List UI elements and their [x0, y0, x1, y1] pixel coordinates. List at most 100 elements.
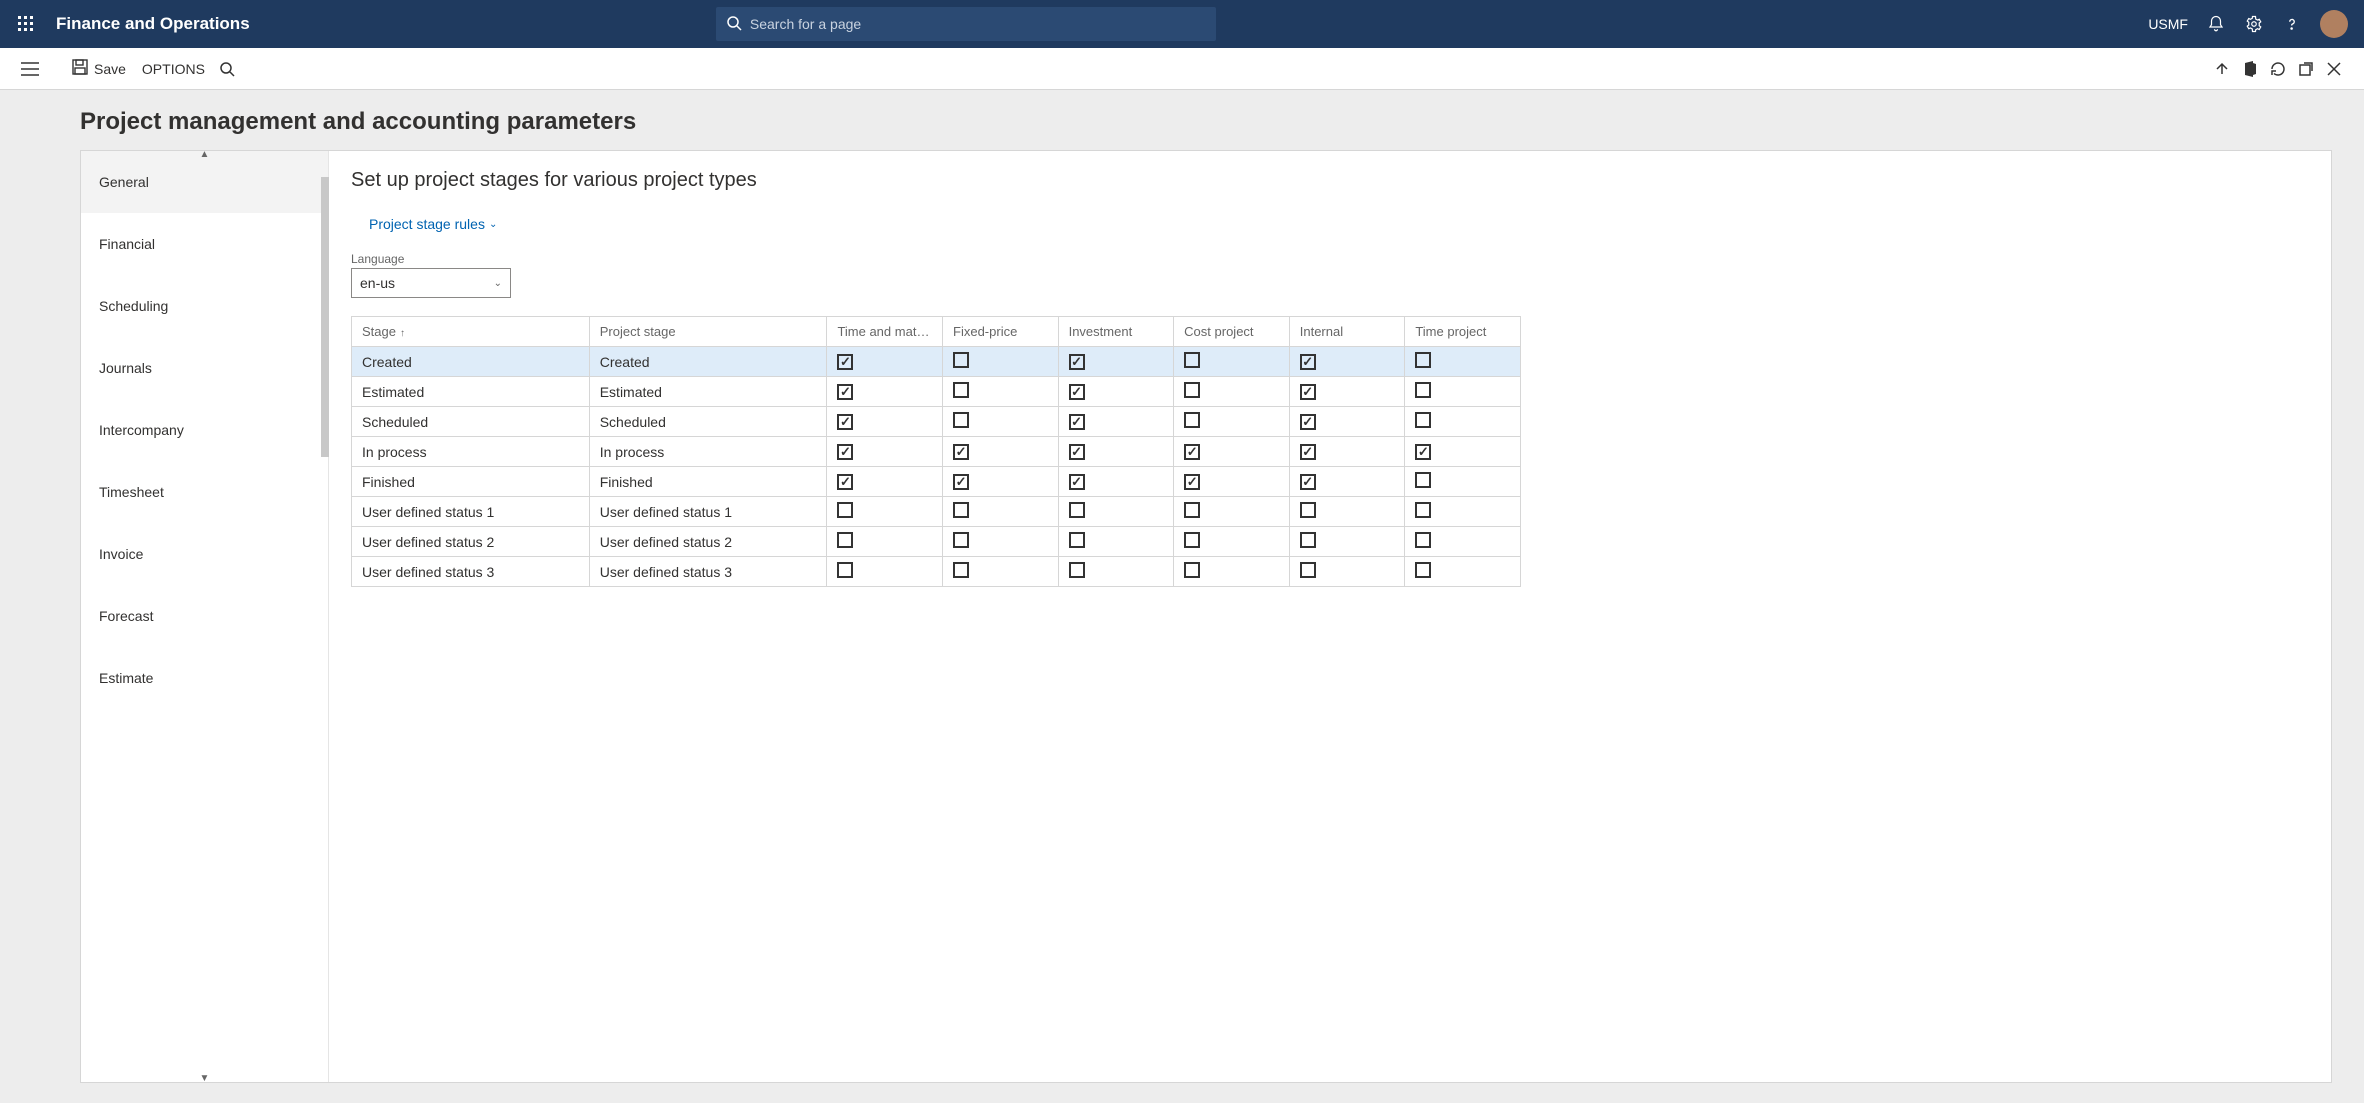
sidenav-item-journals[interactable]: Journals — [81, 337, 328, 399]
table-row[interactable]: User defined status 3User defined status… — [352, 557, 1521, 587]
table-row[interactable]: In processIn process — [352, 437, 1521, 467]
checkbox[interactable] — [1415, 502, 1431, 518]
col-time-and-material[interactable]: Time and materi... — [827, 317, 943, 347]
table-row[interactable]: User defined status 1User defined status… — [352, 497, 1521, 527]
refresh-icon[interactable] — [2264, 55, 2292, 83]
checkbox[interactable] — [1415, 532, 1431, 548]
cell-stage[interactable]: User defined status 2 — [352, 527, 590, 557]
checkbox[interactable] — [837, 354, 853, 370]
sidenav-item-estimate[interactable]: Estimate — [81, 647, 328, 709]
close-icon[interactable] — [2320, 55, 2348, 83]
checkbox[interactable] — [1069, 502, 1085, 518]
checkbox[interactable] — [837, 384, 853, 400]
checkbox[interactable] — [837, 444, 853, 460]
checkbox[interactable] — [1300, 354, 1316, 370]
cell-project-stage[interactable]: Finished — [589, 467, 827, 497]
checkbox[interactable] — [953, 532, 969, 548]
checkbox[interactable] — [1069, 384, 1085, 400]
checkbox[interactable] — [1300, 384, 1316, 400]
project-stage-rules-link[interactable]: Project stage rules ⌄ — [369, 216, 497, 232]
checkbox[interactable] — [1415, 444, 1431, 460]
checkbox[interactable] — [1184, 352, 1200, 368]
checkbox[interactable] — [1184, 562, 1200, 578]
sidenav-scroll-down-icon[interactable]: ▼ — [200, 1073, 210, 1083]
sidenav-item-general[interactable]: General — [81, 151, 328, 213]
cell-stage[interactable]: Created — [352, 347, 590, 377]
col-time-project[interactable]: Time project — [1405, 317, 1521, 347]
checkbox[interactable] — [1069, 354, 1085, 370]
company-code[interactable]: USMF — [2148, 16, 2188, 32]
cell-stage[interactable]: Finished — [352, 467, 590, 497]
gear-icon[interactable] — [2244, 14, 2264, 34]
checkbox[interactable] — [1415, 472, 1431, 488]
col-cost-project[interactable]: Cost project — [1174, 317, 1290, 347]
table-row[interactable]: User defined status 2User defined status… — [352, 527, 1521, 557]
cell-stage[interactable]: Scheduled — [352, 407, 590, 437]
checkbox[interactable] — [837, 474, 853, 490]
checkbox[interactable] — [837, 502, 853, 518]
checkbox[interactable] — [1415, 562, 1431, 578]
attachments-icon[interactable] — [2208, 55, 2236, 83]
checkbox[interactable] — [1184, 444, 1200, 460]
sidenav-item-scheduling[interactable]: Scheduling — [81, 275, 328, 337]
cell-project-stage[interactable]: Created — [589, 347, 827, 377]
cell-project-stage[interactable]: User defined status 3 — [589, 557, 827, 587]
checkbox[interactable] — [953, 562, 969, 578]
cell-stage[interactable]: User defined status 3 — [352, 557, 590, 587]
office-icon[interactable] — [2236, 55, 2264, 83]
sidenav-scroll-up-icon[interactable]: ▲ — [200, 150, 210, 160]
col-fixed-price[interactable]: Fixed-price — [943, 317, 1059, 347]
cell-project-stage[interactable]: User defined status 2 — [589, 527, 827, 557]
sidenav-item-intercompany[interactable]: Intercompany — [81, 399, 328, 461]
checkbox[interactable] — [837, 414, 853, 430]
find-icon[interactable] — [213, 55, 241, 83]
options-button[interactable]: OPTIONS — [134, 57, 213, 81]
checkbox[interactable] — [1300, 532, 1316, 548]
checkbox[interactable] — [1415, 412, 1431, 428]
table-row[interactable]: FinishedFinished — [352, 467, 1521, 497]
checkbox[interactable] — [953, 412, 969, 428]
global-search[interactable] — [716, 7, 1216, 41]
checkbox[interactable] — [1300, 414, 1316, 430]
save-button[interactable]: Save — [64, 55, 134, 82]
checkbox[interactable] — [953, 352, 969, 368]
col-internal[interactable]: Internal — [1289, 317, 1405, 347]
cell-project-stage[interactable]: Scheduled — [589, 407, 827, 437]
checkbox[interactable] — [1069, 532, 1085, 548]
popout-icon[interactable] — [2292, 55, 2320, 83]
sidenav-item-forecast[interactable]: Forecast — [81, 585, 328, 647]
language-select[interactable]: en-us ⌄ — [351, 268, 511, 298]
col-investment[interactable]: Investment — [1058, 317, 1174, 347]
checkbox[interactable] — [1300, 502, 1316, 518]
checkbox[interactable] — [1184, 474, 1200, 490]
table-row[interactable]: EstimatedEstimated — [352, 377, 1521, 407]
help-icon[interactable] — [2282, 14, 2302, 34]
user-avatar[interactable] — [2320, 10, 2348, 38]
checkbox[interactable] — [1184, 532, 1200, 548]
checkbox[interactable] — [1069, 444, 1085, 460]
cell-project-stage[interactable]: User defined status 1 — [589, 497, 827, 527]
table-row[interactable]: ScheduledScheduled — [352, 407, 1521, 437]
sidenav-item-invoice[interactable]: Invoice — [81, 523, 328, 585]
col-project-stage[interactable]: Project stage — [589, 317, 827, 347]
cell-stage[interactable]: Estimated — [352, 377, 590, 407]
checkbox[interactable] — [953, 502, 969, 518]
checkbox[interactable] — [1300, 474, 1316, 490]
cell-project-stage[interactable]: Estimated — [589, 377, 827, 407]
sidenav-scrollbar[interactable] — [321, 177, 329, 457]
cell-project-stage[interactable]: In process — [589, 437, 827, 467]
checkbox[interactable] — [1069, 414, 1085, 430]
checkbox[interactable] — [1300, 444, 1316, 460]
table-row[interactable]: CreatedCreated — [352, 347, 1521, 377]
notification-icon[interactable] — [2206, 14, 2226, 34]
checkbox[interactable] — [1069, 474, 1085, 490]
sidenav-item-timesheet[interactable]: Timesheet — [81, 461, 328, 523]
global-search-input[interactable] — [750, 16, 1206, 32]
sidenav-item-financial[interactable]: Financial — [81, 213, 328, 275]
col-stage[interactable]: Stage↑ — [352, 317, 590, 347]
checkbox[interactable] — [1069, 562, 1085, 578]
checkbox[interactable] — [1415, 352, 1431, 368]
checkbox[interactable] — [953, 382, 969, 398]
checkbox[interactable] — [1300, 562, 1316, 578]
app-launcher-icon[interactable] — [10, 8, 42, 40]
